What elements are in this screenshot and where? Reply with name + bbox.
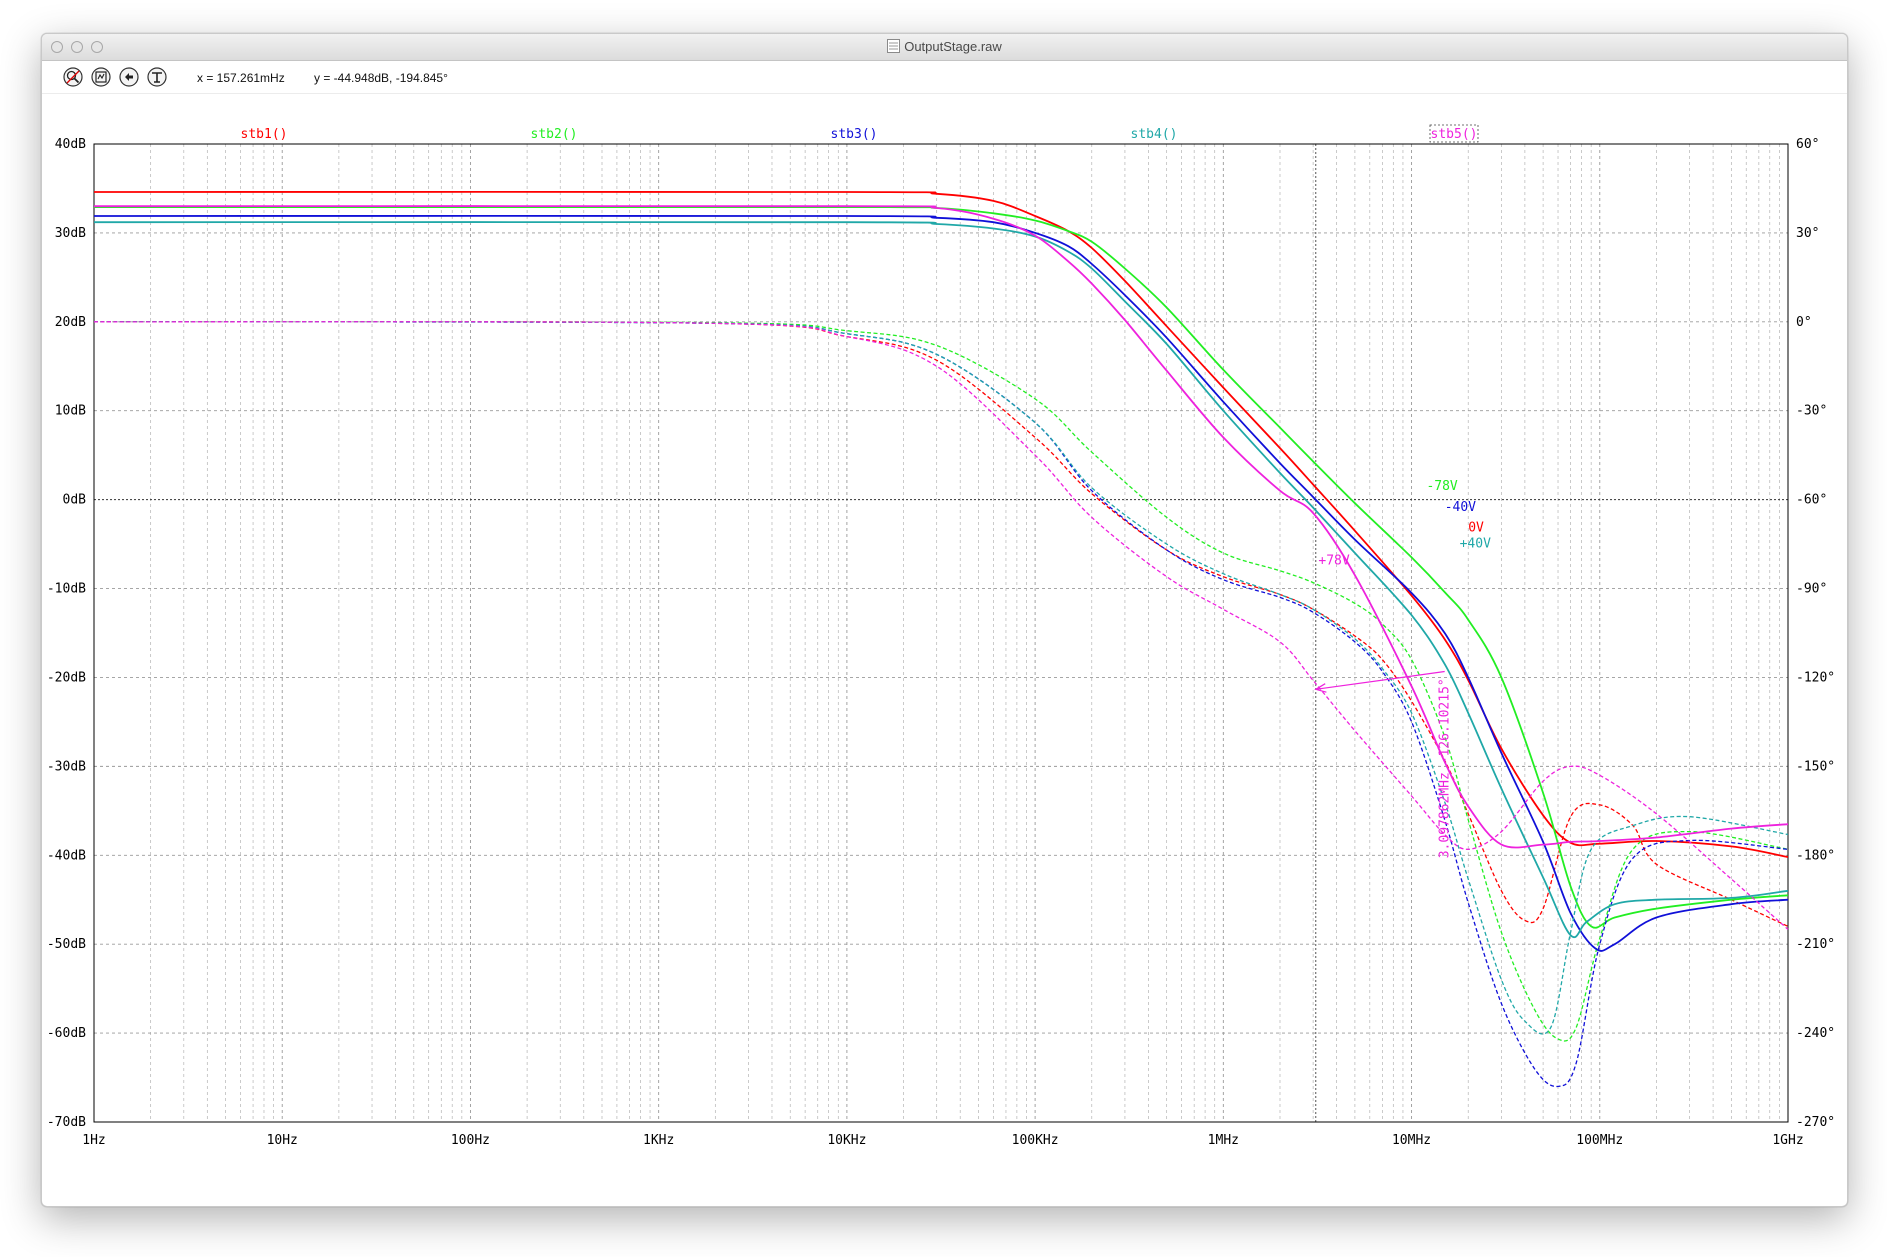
y-left-tick-label: 40dB [55,137,86,152]
bode-plot[interactable]: 1Hz 10Hz 100Hz 1KHz 10KHz 100KHz 1MHz 10MHz 100M… [42,94,1847,1206]
y-left-tick-label: 30dB [55,226,86,241]
y-right-tick-label: -210° [1796,937,1835,952]
legend-entry-stb2: stb2() [531,127,578,142]
plot-frame [93,143,1789,1123]
toolbar: x = 157.261mHz y = -44.948dB, -194.845° [42,61,1847,94]
cursor-readout: 3.097862MHz -126.10215° [1438,678,1453,858]
y-right-tick-label: -240° [1796,1026,1835,1041]
y-right-tick-label: -150° [1796,759,1835,774]
voltage-label: +40V [1460,537,1491,552]
series-group [93,190,1789,1088]
x-tick-label: 1Hz [82,1133,105,1148]
series-stb3-phase-line [93,321,1789,1088]
axes: 1Hz 10Hz 100Hz 1KHz 10KHz 100KHz 1MHz 10MHz 100M… [47,137,1835,1148]
voltage-label: 0V [1468,521,1484,536]
legend-entry-stb4: stb4() [1131,127,1178,142]
legend-entry-stb3: stb3() [831,127,878,142]
y-right-tick-label: -180° [1796,848,1835,863]
autoscale-y-icon[interactable] [90,66,112,88]
document-icon [887,39,901,53]
y-right-tick-label: -90° [1796,582,1827,597]
y-left-tick-label: -40dB [47,848,86,863]
y-right-tick-label: -270° [1796,1115,1835,1130]
x-tick-label: 1KHz [643,1133,674,1148]
series-stb5-gain-line [93,205,1789,849]
voltage-label: -78V [1426,479,1457,494]
y-right-tick-label: 0° [1796,315,1812,330]
y-left-tick-label: -60dB [47,1026,86,1041]
x-tick-label: 100KHz [1012,1133,1059,1148]
plot-window: OutputStage.raw x = 157.261mHz y = -44.9… [41,33,1848,1207]
y-left-tick-label: 20dB [55,315,86,330]
x-tick-label: 100MHz [1576,1133,1623,1148]
cursor-y-readout: y = -44.948dB, -194.845° [314,71,448,85]
y-right-tick-label: -120° [1796,670,1835,685]
y-left-tick-label: -30dB [47,759,86,774]
window-title: OutputStage.raw [42,39,1847,54]
y-right-tick-label: 60° [1796,137,1819,152]
y-left-tick-label: -50dB [47,937,86,952]
cursor-arrow-line [1315,670,1445,690]
legend-entry-stb1: stb1() [241,127,288,142]
series-stb1-phase-line [93,321,1789,927]
series-stb2-phase-line [93,321,1789,1042]
y-right-tick-label: -60° [1796,493,1827,508]
x-tick-label: 1GHz [1772,1133,1803,1148]
y-right-tick-label: -30° [1796,404,1827,419]
legend-entry-stb5: stb5() [1431,127,1478,142]
y-left-tick-label: 0dB [63,493,87,508]
series-stb1-gain-line [93,190,1789,858]
legend: stb1() stb2() stb3() stb4() stb5() [241,124,1479,143]
series-stb3-gain-line [93,214,1789,952]
voltage-label: -40V [1445,500,1476,515]
zoom-to-fit-icon[interactable] [62,66,84,88]
window-title-text: OutputStage.raw [904,39,1002,54]
y-right-tick-label: 30° [1796,226,1819,241]
x-tick-label: 10Hz [267,1133,298,1148]
title-bar: OutputStage.raw [42,34,1847,61]
y-left-tick-label: 10dB [55,404,86,419]
series-stb5-phase-line [93,321,1789,930]
x-tick-label: 1MHz [1208,1133,1239,1148]
cursor-x-readout: x = 157.261mHz [197,71,285,85]
zoom-back-icon[interactable] [118,66,140,88]
grid [93,143,1789,1123]
y-left-tick-label: -70dB [47,1115,86,1130]
y-left-tick-label: -20dB [47,670,86,685]
y-left-tick-label: -10dB [47,582,86,597]
voltage-label: +78V [1318,554,1349,569]
series-stb4-gain-line [93,221,1789,938]
x-tick-label: 10MHz [1392,1133,1431,1148]
x-tick-label: 10KHz [827,1133,866,1148]
x-tick-label: 100Hz [451,1133,490,1148]
cursor-tool-icon[interactable] [146,66,168,88]
